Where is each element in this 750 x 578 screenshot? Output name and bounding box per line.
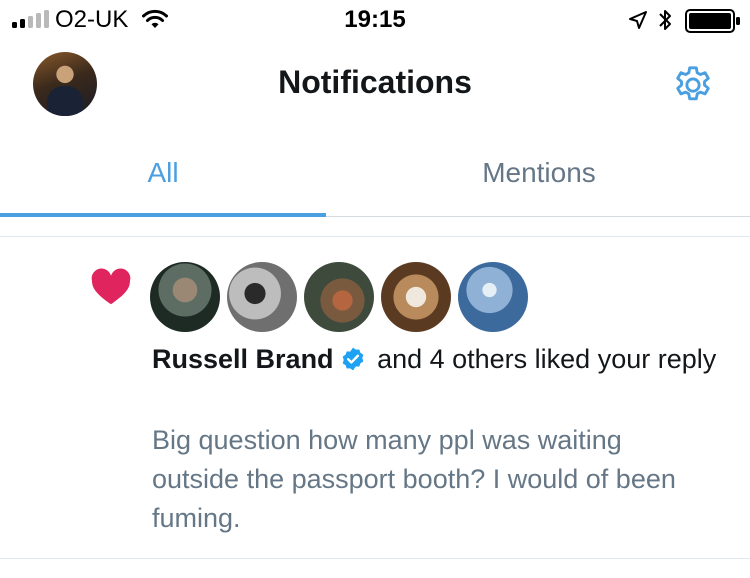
- tab-bar: All Mentions: [0, 130, 750, 217]
- avatar[interactable]: [304, 262, 374, 332]
- notification-action: and 4 others liked your reply: [369, 344, 717, 374]
- header: Notifications: [0, 40, 750, 130]
- heart-icon: [91, 268, 131, 305]
- bluetooth-icon: [659, 10, 671, 30]
- active-tab-indicator: [0, 213, 326, 217]
- battery-icon: [685, 9, 740, 33]
- verified-badge-icon: [342, 347, 363, 371]
- notification-item[interactable]: Russell Brand and 4 others liked your re…: [0, 237, 750, 558]
- avatar[interactable]: [458, 262, 528, 332]
- avatar[interactable]: [381, 262, 451, 332]
- avatar[interactable]: [150, 262, 220, 332]
- tweet-text: Big question how many ppl was waiting ou…: [152, 425, 676, 533]
- page-title: Notifications: [278, 64, 472, 100]
- status-bar: O2-UK 19:15: [0, 0, 750, 40]
- avatar[interactable]: [227, 262, 297, 332]
- gear-icon: [676, 66, 710, 101]
- divider: [0, 558, 750, 559]
- location-arrow-icon: [629, 11, 647, 29]
- settings-button[interactable]: [669, 62, 717, 110]
- user-name-link[interactable]: Russell Brand: [152, 344, 334, 374]
- tab-mentions[interactable]: Mentions: [376, 130, 702, 216]
- tab-all[interactable]: All: [0, 130, 326, 216]
- notification-text: Russell Brand and 4 others liked your re…: [152, 340, 722, 379]
